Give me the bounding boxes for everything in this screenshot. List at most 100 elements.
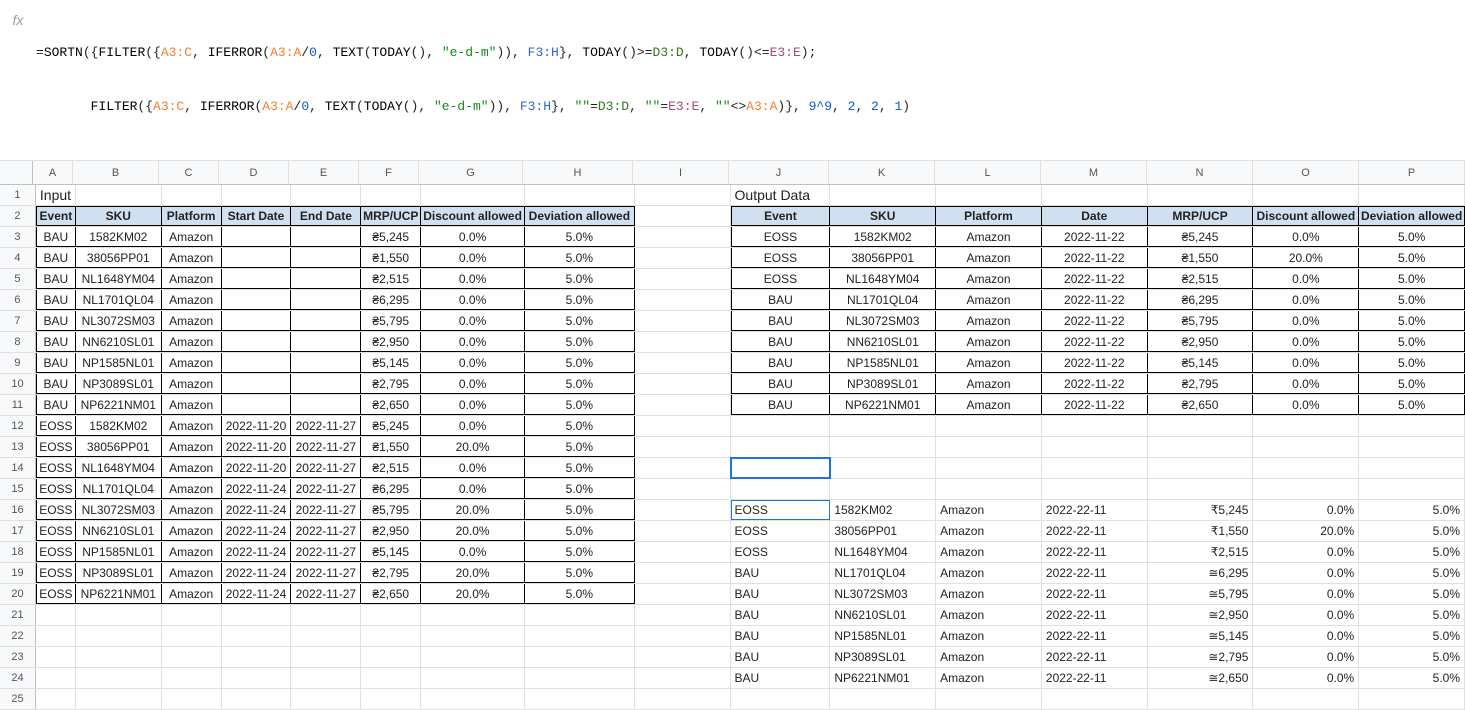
row-header-22[interactable]: 22 xyxy=(0,626,36,646)
input-cell[interactable]: EOSS xyxy=(36,521,76,541)
input-cell[interactable]: 2022-11-24 xyxy=(222,542,292,562)
formula-cell[interactable]: 2022-22-11 xyxy=(1042,626,1148,646)
cell[interactable] xyxy=(361,605,421,625)
formula-cell[interactable]: NP3089SL01 xyxy=(830,647,936,667)
input-cell[interactable]: EOSS xyxy=(36,584,76,604)
cell[interactable] xyxy=(421,626,525,646)
input-cell[interactable]: 2022-11-24 xyxy=(222,584,292,604)
output-header[interactable]: Event xyxy=(731,206,831,226)
cell[interactable] xyxy=(936,416,1042,436)
row-header-23[interactable]: 23 xyxy=(0,647,36,667)
cell[interactable] xyxy=(76,605,162,625)
column-header-O[interactable]: O xyxy=(1253,161,1359,184)
formula-cell[interactable]: EOSS xyxy=(731,521,831,541)
cell[interactable] xyxy=(936,185,1042,205)
output-cell[interactable]: 0.0% xyxy=(1253,395,1359,415)
formula-cell[interactable]: Amazon xyxy=(936,668,1042,688)
input-cell[interactable]: Amazon xyxy=(162,542,222,562)
input-cell[interactable] xyxy=(222,374,292,394)
formula-cell[interactable]: 5.0% xyxy=(1359,542,1465,562)
input-cell[interactable]: NL3072SM03 xyxy=(76,311,162,331)
input-cell[interactable]: Amazon xyxy=(162,290,222,310)
input-cell[interactable]: 5.0% xyxy=(525,332,635,352)
formula-cell[interactable]: Amazon xyxy=(936,521,1042,541)
input-cell[interactable]: BAU xyxy=(36,374,76,394)
cell[interactable] xyxy=(635,563,731,583)
cell[interactable] xyxy=(525,185,635,205)
input-cell[interactable]: 2022-11-20 xyxy=(222,416,292,436)
cell[interactable] xyxy=(635,374,731,394)
row-header-5[interactable]: 5 xyxy=(0,269,36,289)
input-cell[interactable]: 20.0% xyxy=(421,521,525,541)
output-cell[interactable]: 0.0% xyxy=(1253,353,1359,373)
input-cell[interactable] xyxy=(291,269,361,289)
input-cell[interactable]: Amazon xyxy=(162,353,222,373)
formula-cell[interactable]: ≅2,950 xyxy=(1148,605,1254,625)
cell[interactable] xyxy=(936,458,1042,478)
input-cell[interactable]: 1582KM02 xyxy=(76,416,162,436)
input-cell[interactable]: ₴6,295 xyxy=(361,290,421,310)
row-header-8[interactable]: 8 xyxy=(0,332,36,352)
input-cell[interactable]: 5.0% xyxy=(525,521,635,541)
cell[interactable] xyxy=(36,689,76,709)
input-cell[interactable]: NL1648YM04 xyxy=(76,269,162,289)
input-cell[interactable]: 5.0% xyxy=(525,227,635,247)
cell[interactable] xyxy=(1042,437,1148,457)
input-cell[interactable]: NP1585NL01 xyxy=(76,542,162,562)
input-cell[interactable] xyxy=(222,332,292,352)
formula-cell[interactable]: ≅2,650 xyxy=(1148,668,1254,688)
input-cell[interactable]: EOSS xyxy=(36,437,76,457)
input-cell[interactable]: ₴1,550 xyxy=(361,248,421,268)
cell[interactable] xyxy=(291,605,361,625)
cell[interactable] xyxy=(1359,416,1465,436)
output-cell[interactable]: NP3089SL01 xyxy=(830,374,936,394)
input-cell[interactable] xyxy=(291,374,361,394)
formula-cell[interactable]: ≅5,795 xyxy=(1148,584,1254,604)
grid[interactable]: 1Input DataOutput Data2EventSKUPlatformS… xyxy=(0,185,1465,710)
cell[interactable] xyxy=(291,647,361,667)
cell[interactable] xyxy=(635,206,731,226)
input-cell[interactable]: 20.0% xyxy=(421,584,525,604)
output-cell[interactable]: 2022-11-22 xyxy=(1042,248,1148,268)
row-header-11[interactable]: 11 xyxy=(0,395,36,415)
output-cell[interactable]: 2022-11-22 xyxy=(1042,227,1148,247)
cell[interactable] xyxy=(635,584,731,604)
output-cell[interactable]: Amazon xyxy=(936,227,1042,247)
output-cell[interactable]: Amazon xyxy=(936,332,1042,352)
cell[interactable] xyxy=(1042,185,1148,205)
input-title[interactable]: Input Data xyxy=(36,185,76,205)
input-cell[interactable]: BAU xyxy=(36,353,76,373)
output-cell[interactable]: NP1585NL01 xyxy=(830,353,936,373)
column-header-M[interactable]: M xyxy=(1041,161,1147,184)
input-header[interactable]: Deviation allowed xyxy=(525,206,635,226)
formula-cell[interactable]: EOSS xyxy=(731,500,831,520)
formula-cell[interactable]: ≅2,795 xyxy=(1148,647,1254,667)
cell[interactable] xyxy=(635,248,731,268)
cell[interactable] xyxy=(635,542,731,562)
formula-cell[interactable]: Amazon xyxy=(936,584,1042,604)
column-header-E[interactable]: E xyxy=(289,161,359,184)
cell[interactable] xyxy=(830,185,936,205)
input-cell[interactable]: 5.0% xyxy=(525,290,635,310)
cell[interactable] xyxy=(36,647,76,667)
cell[interactable] xyxy=(635,500,731,520)
row-header-15[interactable]: 15 xyxy=(0,479,36,499)
formula-cell[interactable]: 2022-22-11 xyxy=(1042,605,1148,625)
input-cell[interactable]: 0.0% xyxy=(421,227,525,247)
formula-cell[interactable]: 1582KM02 xyxy=(830,500,936,520)
row-header-3[interactable]: 3 xyxy=(0,227,36,247)
cell[interactable] xyxy=(1253,185,1359,205)
output-cell[interactable]: EOSS xyxy=(731,248,831,268)
formula-cell[interactable]: 0.0% xyxy=(1253,500,1359,520)
output-cell[interactable]: NP6221NM01 xyxy=(830,395,936,415)
input-cell[interactable]: 0.0% xyxy=(421,416,525,436)
cell[interactable] xyxy=(1359,437,1465,457)
input-cell[interactable]: EOSS xyxy=(36,458,76,478)
formula-cell[interactable]: ≅6,295 xyxy=(1148,563,1254,583)
input-cell[interactable]: 5.0% xyxy=(525,311,635,331)
cell[interactable] xyxy=(525,647,635,667)
output-cell[interactable]: BAU xyxy=(731,290,831,310)
output-cell[interactable]: NL3072SM03 xyxy=(830,311,936,331)
column-header-D[interactable]: D xyxy=(219,161,289,184)
cell[interactable] xyxy=(36,626,76,646)
